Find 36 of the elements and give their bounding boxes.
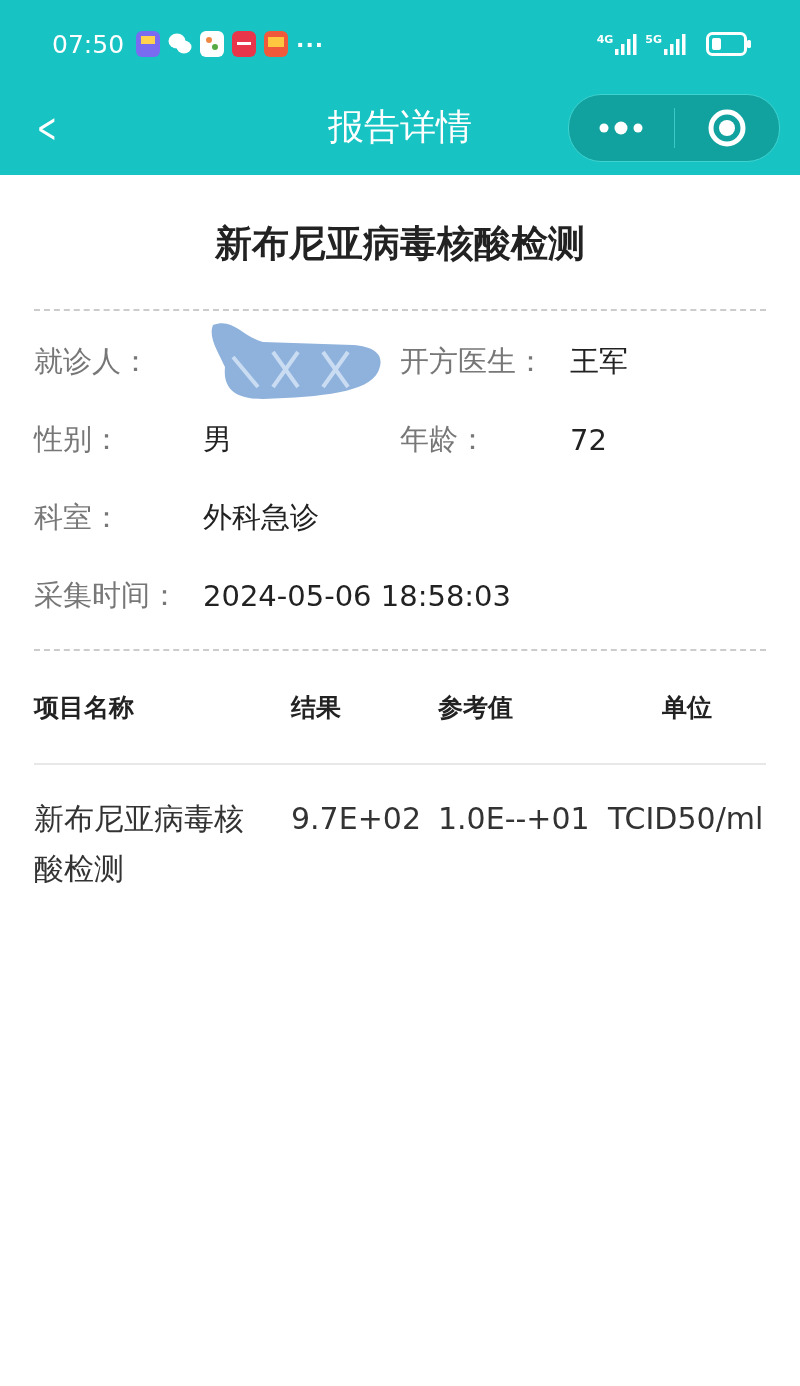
- page-title: 报告详情: [328, 105, 472, 149]
- field-label: 开方医生：: [400, 343, 546, 380]
- report-title: 新布尼亚病毒核酸检测: [214, 221, 586, 267]
- status-time: 07:50: [52, 29, 125, 59]
- field-label: 采集时间：: [34, 577, 180, 614]
- field-value: 2024-05-06 18:58:03: [203, 578, 512, 615]
- app-icon: [264, 31, 289, 57]
- more-notifications: ···: [296, 31, 325, 57]
- target-icon: [706, 107, 747, 148]
- column-header: 项目名称: [34, 651, 291, 765]
- signal-icon: [664, 33, 686, 55]
- table-cell-text: 1.0E--+01: [438, 800, 591, 838]
- field-value: 男: [203, 421, 233, 458]
- field-value: 72: [570, 422, 608, 459]
- field-value: 外科急诊: [203, 499, 320, 536]
- field-label: 就诊人：: [34, 343, 151, 380]
- field-label: 年龄：: [400, 421, 488, 458]
- chat-icon: [168, 33, 193, 55]
- column-header: 单位: [608, 651, 766, 765]
- network-type: 5G: [645, 33, 662, 46]
- app-icon: [200, 31, 225, 57]
- column-header: 结果: [291, 651, 438, 765]
- column-header: 参考值: [438, 651, 608, 765]
- table-cell-text: TCID50/ml: [608, 800, 765, 838]
- field-label: 科室：: [34, 499, 122, 536]
- table-cell-text: 新布尼亚病毒核酸检测: [34, 800, 245, 888]
- table-cell-text: 9.7E+02: [291, 800, 422, 838]
- field-label: 性别：: [34, 421, 122, 458]
- battery-icon: [706, 32, 752, 56]
- field-value: 王军: [570, 343, 629, 380]
- more-icon: [599, 120, 644, 135]
- back-button[interactable]: <: [30, 104, 63, 151]
- signal-icon: [615, 33, 638, 55]
- app-icon: [136, 31, 161, 57]
- app-icon: [232, 31, 257, 57]
- network-type: 4G: [596, 33, 614, 46]
